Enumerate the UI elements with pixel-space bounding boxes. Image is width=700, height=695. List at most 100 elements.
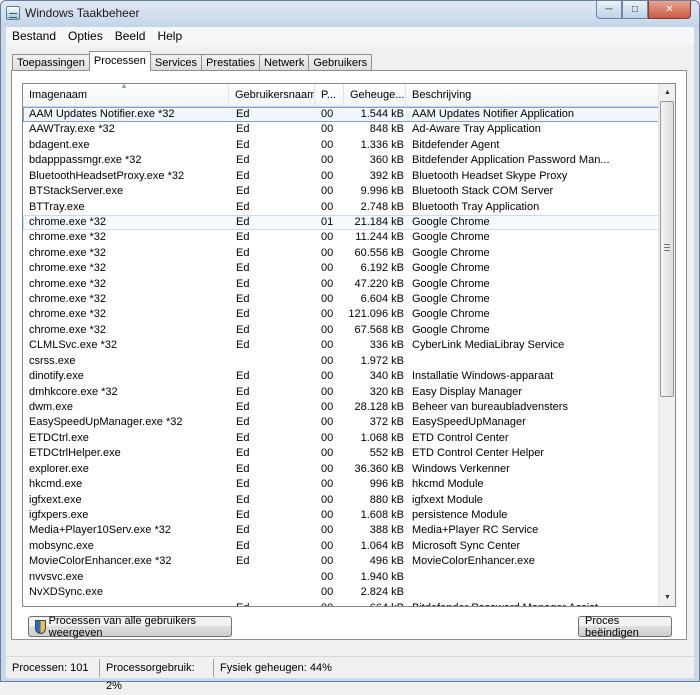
column-username[interactable]: Gebruikersnaam: [229, 84, 315, 107]
vertical-scrollbar[interactable]: ▲ ▼: [658, 84, 675, 606]
column-memory[interactable]: Geheuge...: [344, 84, 406, 107]
maximize-button[interactable]: □: [622, 1, 648, 19]
cell-image-name: AAWTray.exe *32: [29, 123, 115, 136]
cell-image-name: CLMLSvc.exe *32: [29, 339, 118, 352]
process-row[interactable]: dinotify.exe Ed 00 340 kB Installatie Window…: [23, 369, 659, 384]
cell-cpu: 00: [321, 416, 334, 429]
cell-description: Bitdefender Application Password Man...: [412, 154, 610, 167]
process-row[interactable]: dwm.exe Ed 00 28.128 kB Beheer van bureaubla…: [23, 400, 659, 415]
cell-image-name: csrss.exe: [29, 354, 76, 367]
tab-services[interactable]: Services: [149, 54, 203, 71]
process-row[interactable]: BluetoothHeadsetProxy.exe *32 Ed 00 392 kB B…: [23, 169, 659, 184]
menu-view[interactable]: Beeld: [109, 29, 152, 43]
process-row[interactable]: ... Ed 00 664 kB Bitdefender Password Manage…: [23, 601, 659, 607]
process-row[interactable]: chrome.exe *32 Ed 00 67.568 kB Google Chrome: [23, 323, 659, 338]
process-row[interactable]: AAWTray.exe *32 Ed 00 848 kB Ad-Aware Tray A…: [23, 122, 659, 137]
process-row[interactable]: chrome.exe *32 Ed 00 121.096 kB Google Chrom…: [23, 307, 659, 322]
menu-file[interactable]: Bestand: [6, 29, 62, 43]
cell-description: Bitdefender Agent: [412, 138, 500, 151]
show-all-users-processes-button[interactable]: Processen van alle gebruikers weergeven: [28, 615, 232, 639]
cell-description: Ad-Aware Tray Application: [412, 123, 541, 136]
column-description[interactable]: Beschrijving: [406, 84, 659, 107]
process-row[interactable]: BTTray.exe Ed 00 2.748 kB Bluetooth Tray App…: [23, 200, 659, 215]
process-row[interactable]: EasySpeedUpManager.exe *32 Ed 00 372 kB Easy…: [23, 415, 659, 430]
end-process-button[interactable]: Proces beëindigen: [578, 614, 672, 639]
cell-image-name: chrome.exe *32: [29, 293, 107, 306]
process-row[interactable]: AAM Updates Notifier.exe *32 Ed 00 1.544 kB…: [23, 107, 659, 123]
cell-image-name: NvXDSync.exe: [29, 586, 103, 599]
cell-memory: 848 kB: [369, 123, 404, 136]
process-list[interactable]: ▲ Imagenaam Gebruikersnaam P... Geheuge.…: [22, 83, 676, 607]
process-row[interactable]: CLMLSvc.exe *32 Ed 00 336 kB CyberLink Media…: [23, 338, 659, 353]
process-row[interactable]: hkcmd.exe Ed 00 996 kB hkcmd Module: [23, 477, 659, 492]
cell-memory: 388 kB: [369, 524, 404, 537]
cell-image-name: dinotify.exe: [29, 370, 84, 383]
cell-memory: 1.064 kB: [360, 539, 404, 552]
cell-cpu: 00: [321, 508, 334, 521]
cell-image-name: ETDCtrl.exe: [29, 431, 89, 444]
close-button[interactable]: ✕: [648, 1, 691, 19]
process-row[interactable]: nvvsvc.exe 00 1.940 kB: [23, 570, 659, 585]
tab-users[interactable]: Gebruikers: [308, 54, 373, 71]
cell-cpu: 00: [321, 231, 334, 244]
menu-help[interactable]: Help: [151, 29, 188, 43]
process-row[interactable]: igfxext.exe Ed 00 880 kB igfxext Module: [23, 493, 659, 508]
cell-memory: 336 kB: [369, 339, 404, 352]
process-row[interactable]: csrss.exe 00 1.972 kB: [23, 354, 659, 369]
tab-performance[interactable]: Prestaties: [201, 54, 260, 71]
tab-processes[interactable]: Processen: [88, 51, 151, 71]
cell-description: Bluetooth Tray Application: [412, 200, 540, 213]
process-row[interactable]: Media+Player10Serv.exe *32 Ed 00 388 kB Medi…: [23, 523, 659, 538]
cell-username: Ed: [236, 169, 250, 182]
cell-cpu: 00: [321, 185, 334, 198]
scroll-thumb[interactable]: [660, 101, 674, 397]
cell-cpu: 00: [321, 138, 334, 151]
process-row[interactable]: igfxpers.exe Ed 00 1.608 kB persistence Modu…: [23, 508, 659, 523]
cell-username: Ed: [236, 401, 250, 414]
process-row[interactable]: bdapppassmgr.exe *32 Ed 00 360 kB Bitdefende…: [23, 153, 659, 168]
process-row[interactable]: chrome.exe *32 Ed 00 60.556 kB Google Chrome: [23, 246, 659, 261]
process-row[interactable]: MovieColorEnhancer.exe *32 Ed 00 496 kB Movi…: [23, 554, 659, 569]
process-row[interactable]: BTStackServer.exe Ed 00 9.996 kB Bluetooth S…: [23, 184, 659, 199]
column-image-name[interactable]: ▲ Imagenaam: [23, 84, 229, 107]
cell-description: Easy Display Manager: [412, 385, 523, 398]
title-bar[interactable]: Windows Taakbeheer ─ □ ✕: [1, 1, 699, 27]
process-row[interactable]: chrome.exe *32 Ed 00 11.244 kB Google Chrome: [23, 230, 659, 245]
cell-username: Ed: [236, 123, 250, 136]
cell-memory: 1.972 kB: [360, 354, 404, 367]
column-cpu[interactable]: P...: [315, 84, 344, 107]
cell-username: Ed: [236, 508, 250, 521]
cell-image-name: BluetoothHeadsetProxy.exe *32: [29, 169, 185, 182]
process-row[interactable]: mobsync.exe Ed 00 1.064 kB Microsoft Sync Ce…: [23, 539, 659, 554]
cell-image-name: bdagent.exe: [29, 138, 90, 151]
cell-memory: 6.192 kB: [360, 262, 404, 275]
scroll-up-button[interactable]: ▲: [659, 84, 675, 101]
process-row[interactable]: explorer.exe Ed 00 36.360 kB Windows Verkenn…: [23, 462, 659, 477]
cell-memory: 340 kB: [369, 370, 404, 383]
tab-network[interactable]: Netwerk: [258, 54, 310, 71]
process-row[interactable]: chrome.exe *32 Ed 00 6.192 kB Google Chrome: [23, 261, 659, 276]
process-row[interactable]: bdagent.exe Ed 00 1.336 kB Bitdefender Agent: [23, 138, 659, 153]
tab-applications[interactable]: Toepassingen: [12, 54, 90, 71]
cell-username: Ed: [236, 524, 250, 537]
process-row[interactable]: ETDCtrlHelper.exe Ed 00 552 kB ETD Control C…: [23, 446, 659, 461]
cell-cpu: 00: [321, 370, 334, 383]
cell-image-name: bdapppassmgr.exe *32: [29, 154, 142, 167]
process-row[interactable]: ETDCtrl.exe Ed 00 1.068 kB ETD Control Cente…: [23, 431, 659, 446]
process-row[interactable]: dmhkcore.exe *32 Ed 00 320 kB Easy Display M…: [23, 385, 659, 400]
cell-image-name: ETDCtrlHelper.exe: [29, 447, 121, 460]
cell-image-name: chrome.exe *32: [29, 262, 107, 275]
cell-image-name: Media+Player10Serv.exe *32: [29, 524, 171, 537]
end-process-label: Proces beëindigen: [585, 614, 639, 639]
scroll-down-button[interactable]: ▼: [659, 589, 675, 606]
cell-description: Google Chrome: [412, 246, 490, 259]
process-row[interactable]: NvXDSync.exe 00 2.824 kB: [23, 585, 659, 600]
menu-options[interactable]: Opties: [62, 29, 109, 43]
status-cpu-usage: Processorgebruik: 2%: [102, 658, 214, 692]
minimize-button[interactable]: ─: [596, 1, 622, 19]
cell-description: ETD Control Center Helper: [412, 447, 545, 460]
status-processes: Processen: 101: [8, 658, 100, 677]
process-row[interactable]: chrome.exe *32 Ed 01 21.184 kB Google Chrome: [23, 214, 659, 231]
process-row[interactable]: chrome.exe *32 Ed 00 47.220 kB Google Chrome: [23, 277, 659, 292]
process-row[interactable]: chrome.exe *32 Ed 00 6.604 kB Google Chrome: [23, 292, 659, 307]
